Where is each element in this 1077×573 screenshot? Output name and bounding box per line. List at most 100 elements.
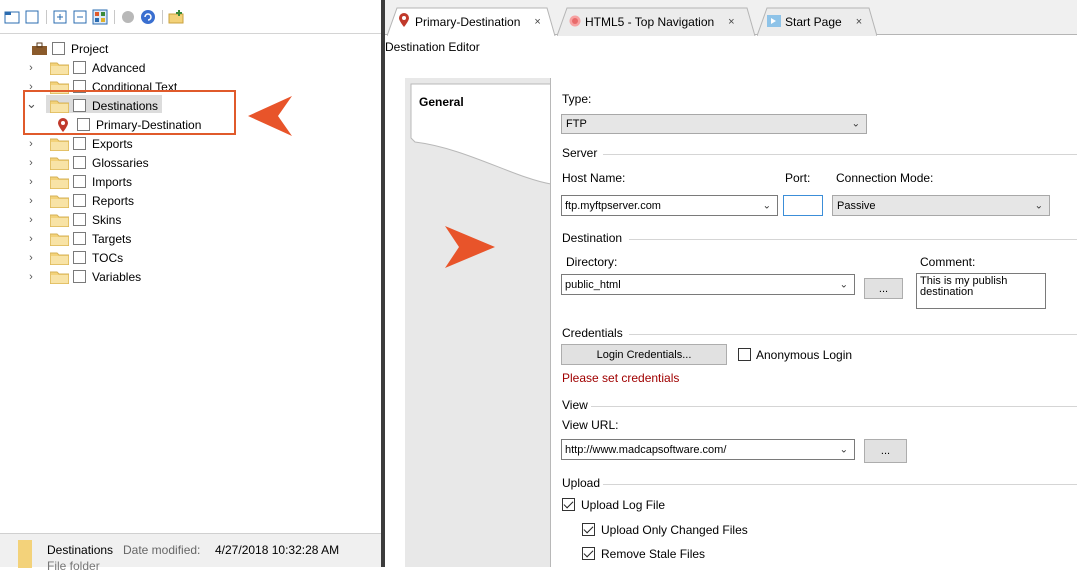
upload-log-file-checkbox[interactable]	[562, 498, 575, 511]
type-value: FTP	[566, 118, 587, 130]
folder-icon	[50, 252, 69, 265]
upload-section-label: Upload	[562, 476, 601, 490]
server-section-label: Server	[562, 146, 598, 160]
link-icon[interactable]	[120, 9, 136, 25]
editor-pane: Primary-Destination × HTML5 - Top Naviga…	[385, 0, 1077, 567]
file-folder-icon	[18, 540, 32, 568]
new-file-icon[interactable]	[24, 9, 40, 25]
anonymous-login-checkbox[interactable]	[738, 348, 751, 361]
chevron-right-icon[interactable]: ›	[26, 176, 36, 187]
tree-item-label: Imports	[92, 174, 133, 189]
chevron-right-icon[interactable]: ›	[26, 214, 36, 225]
host-name-input[interactable]: ftp.myftpserver.com ⌄	[561, 195, 778, 216]
status-type: File folder	[47, 559, 100, 573]
tree-checkbox[interactable]	[73, 251, 86, 264]
directory-label: Directory:	[566, 255, 618, 269]
tree-item-reports[interactable]: › Reports	[26, 191, 134, 210]
map-pin-icon	[399, 13, 409, 27]
tab-label: Start Page	[785, 14, 842, 29]
view-url-browse-button[interactable]: ...	[864, 439, 907, 463]
type-select[interactable]: FTP ⌄	[561, 114, 867, 134]
credentials-section-label: Credentials	[562, 326, 623, 340]
close-icon[interactable]: ×	[856, 16, 862, 28]
connection-mode-select[interactable]: Passive ⌄	[832, 195, 1050, 216]
remove-stale-files-label: Remove Stale Files	[601, 547, 706, 561]
chevron-down-icon[interactable]: ⌄	[840, 279, 848, 290]
grid-view-icon[interactable]	[92, 9, 108, 25]
chevron-down-icon[interactable]: ⌄	[763, 200, 771, 211]
chevron-right-icon[interactable]: ›	[26, 271, 36, 282]
directory-input[interactable]: public_html ⌄	[561, 274, 855, 295]
folder-icon	[50, 62, 69, 75]
view-url-input[interactable]: http://www.madcapsoftware.com/ ⌄	[561, 439, 855, 460]
tree-checkbox[interactable]	[73, 270, 86, 283]
tree-item-label: Skins	[92, 212, 122, 227]
tree-checkbox[interactable]	[73, 232, 86, 245]
directory-browse-button[interactable]: ...	[864, 278, 903, 299]
chevron-right-icon[interactable]: ›	[26, 62, 36, 73]
project-organizer-pane: Project › Advanced › Conditional Text ⌄ Desti…	[0, 0, 381, 573]
refresh-icon[interactable]	[140, 9, 156, 25]
close-icon[interactable]: ×	[534, 16, 540, 28]
tree-item-targets[interactable]: › Targets	[26, 229, 131, 248]
chevron-right-icon[interactable]: ›	[26, 157, 36, 168]
tree-item-glossaries[interactable]: › Glossaries	[26, 153, 149, 172]
organizer-toolbar	[0, 0, 381, 34]
view-url-label: View URL:	[562, 418, 619, 432]
folder-icon	[50, 214, 69, 227]
tree-checkbox[interactable]	[73, 194, 86, 207]
collapse-all-icon[interactable]	[72, 9, 88, 25]
chevron-right-icon[interactable]: ›	[26, 233, 36, 244]
chevron-down-icon: ⌄	[1034, 200, 1043, 211]
add-folder-icon[interactable]	[168, 9, 184, 25]
target-icon	[569, 15, 581, 27]
tree-checkbox[interactable]	[52, 42, 65, 55]
type-label: Type:	[562, 92, 592, 106]
status-bar: Destinations Date modified: 4/27/2018 10…	[0, 533, 381, 573]
status-date-value: 4/27/2018 10:32:28 AM	[215, 543, 340, 557]
document-tab-strip: Primary-Destination × HTML5 - Top Naviga…	[385, 0, 1077, 36]
tree-item-advanced[interactable]: › Advanced	[26, 58, 145, 77]
open-folder-icon[interactable]	[4, 9, 20, 25]
chevron-right-icon[interactable]: ›	[26, 138, 36, 149]
chevron-right-icon[interactable]: ›	[26, 252, 36, 263]
folder-icon	[50, 195, 69, 208]
comment-label: Comment:	[920, 255, 976, 269]
briefcase-icon	[32, 42, 47, 55]
host-name-value: ftp.myftpserver.com	[565, 199, 661, 212]
tree-item-label: Glossaries	[92, 155, 149, 170]
tree-checkbox[interactable]	[73, 175, 86, 188]
tab-primary-destination[interactable]: Primary-Destination ×	[395, 8, 541, 35]
chevron-down-icon[interactable]: ⌄	[840, 444, 848, 455]
folder-icon	[50, 176, 69, 189]
view-section-label: View	[562, 398, 588, 412]
chevron-right-icon[interactable]: ›	[26, 195, 36, 206]
tree-item-imports[interactable]: › Imports	[26, 172, 132, 191]
port-input[interactable]	[783, 195, 823, 216]
tree-checkbox[interactable]	[73, 156, 86, 169]
folder-icon	[50, 233, 69, 246]
comment-input[interactable]: This is my publish destination	[916, 273, 1046, 309]
callout-highlight-box	[23, 90, 236, 135]
tree-item-tocs[interactable]: › TOCs	[26, 248, 123, 267]
tree-item-variables[interactable]: › Variables	[26, 267, 141, 286]
close-icon[interactable]: ×	[728, 16, 734, 28]
tab-html5-top-navigation[interactable]: HTML5 - Top Navigation ×	[565, 8, 735, 35]
login-credentials-button[interactable]: Login Credentials...	[561, 344, 727, 365]
tree-item-exports[interactable]: › Exports	[26, 134, 133, 153]
tree-checkbox[interactable]	[73, 137, 86, 150]
expand-all-icon[interactable]	[52, 9, 68, 25]
folder-icon	[50, 271, 69, 284]
remove-stale-files-checkbox[interactable]	[582, 547, 595, 560]
tree-checkbox[interactable]	[73, 213, 86, 226]
tab-general[interactable]: General	[419, 95, 464, 109]
tree-item-label: Reports	[92, 193, 135, 208]
upload-only-changed-checkbox[interactable]	[582, 523, 595, 536]
start-page-icon	[767, 15, 781, 27]
tree-checkbox[interactable]	[73, 61, 86, 74]
tree-item-project[interactable]: Project	[31, 39, 108, 58]
tab-label: Primary-Destination	[415, 14, 521, 29]
view-url-value: http://www.madcapsoftware.com/	[565, 443, 727, 456]
tab-start-page[interactable]: Start Page ×	[765, 8, 862, 35]
tree-item-skins[interactable]: › Skins	[26, 210, 121, 229]
